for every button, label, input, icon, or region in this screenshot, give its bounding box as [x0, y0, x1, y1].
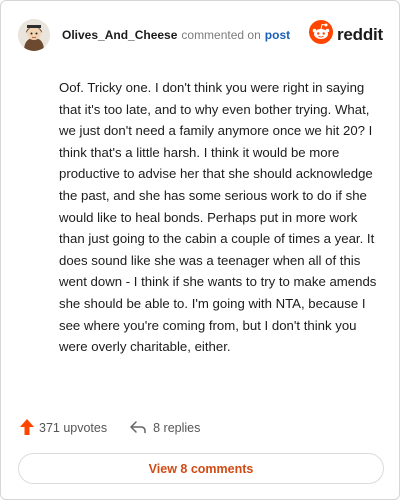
reddit-wordmark: reddit [336, 24, 383, 44]
comment-card: Olives_And_Cheese commented on post redd… [0, 0, 400, 500]
post-link[interactable]: post [265, 28, 290, 42]
reddit-logo-icon [308, 20, 333, 49]
commented-on-label: commented on [181, 28, 261, 42]
upvote-arrow-icon [19, 418, 35, 439]
reddit-brand[interactable]: reddit [308, 20, 383, 49]
replies-button[interactable]: 8 replies [129, 420, 200, 437]
reply-arrow-icon [129, 420, 147, 437]
comment-meta: Olives_And_Cheese commented on post [62, 28, 290, 42]
comment-header: Olives_And_Cheese commented on post redd… [18, 18, 383, 52]
avatar[interactable] [18, 19, 50, 51]
reply-count: 8 replies [153, 421, 201, 435]
username-link[interactable]: Olives_And_Cheese [62, 28, 177, 42]
comment-actions: 371 upvotes 8 replies [19, 417, 200, 439]
comment-body: Oof. Tricky one. I don't think you were … [59, 80, 377, 355]
upvote-count: 371 upvotes [39, 421, 108, 435]
view-comments-button[interactable]: View 8 comments [18, 453, 384, 484]
upvote-button[interactable]: 371 upvotes [19, 418, 107, 439]
